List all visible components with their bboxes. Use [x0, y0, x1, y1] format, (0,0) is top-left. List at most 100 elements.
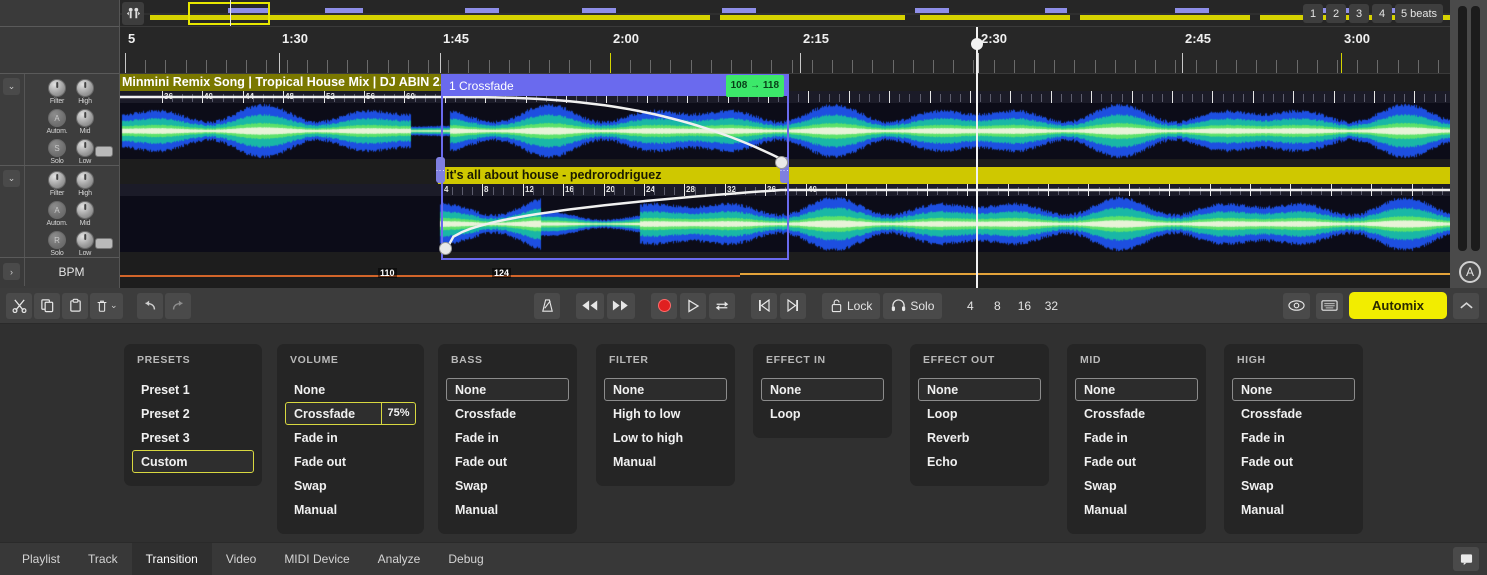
transition-region[interactable]: 1 Crossfade 108 → 118: [441, 74, 789, 260]
solo-knob-cell-1[interactable]: S Solo: [44, 139, 70, 166]
option-preset-2[interactable]: Preset 2: [132, 402, 254, 425]
option-none[interactable]: None: [604, 378, 727, 401]
expand-bpm-lane-icon[interactable]: ›: [3, 263, 20, 280]
fast-forward-button[interactable]: [607, 293, 635, 319]
delete-dropdown-chevron-icon[interactable]: ⌄: [110, 300, 118, 311]
low-knob-icon[interactable]: [76, 139, 94, 157]
beats-button-3[interactable]: 3: [1349, 4, 1369, 23]
option-none[interactable]: None: [1232, 378, 1355, 401]
quantize-16-button[interactable]: 16: [1012, 293, 1036, 319]
tab-analyze[interactable]: Analyze: [364, 543, 435, 575]
beats-button-2[interactable]: 2: [1326, 4, 1346, 23]
tab-midi-device[interactable]: MIDI Device: [270, 543, 363, 575]
filter-knob-cell-2[interactable]: Filter: [44, 171, 70, 198]
bpm-automation-lane[interactable]: 110124: [120, 260, 1450, 288]
loop-button[interactable]: [709, 293, 735, 319]
option-fade-in[interactable]: Fade in: [1075, 426, 1198, 449]
overview-drag-handle-icon[interactable]: [122, 2, 144, 25]
automation-point-start[interactable]: [775, 156, 788, 169]
tab-track[interactable]: Track: [74, 543, 132, 575]
next-track-button[interactable]: [780, 293, 806, 319]
option-reverb[interactable]: Reverb: [918, 426, 1041, 449]
solo-knob-cell-2[interactable]: R Solo: [44, 231, 70, 258]
beats-button-1[interactable]: 1: [1303, 4, 1323, 23]
option-none[interactable]: None: [446, 378, 569, 401]
overview-transition-marker[interactable]: [1175, 8, 1209, 13]
option-manual[interactable]: Manual: [446, 498, 569, 521]
option-fade-out[interactable]: Fade out: [285, 450, 416, 473]
option-manual[interactable]: Manual: [604, 450, 727, 473]
high-knob-icon[interactable]: [76, 171, 94, 189]
option-swap[interactable]: Swap: [446, 474, 569, 497]
track-1-led-indicator[interactable]: [95, 146, 113, 157]
option-echo[interactable]: Echo: [918, 450, 1041, 473]
redo-button[interactable]: [165, 293, 191, 319]
quantize-32-button[interactable]: 32: [1039, 293, 1063, 319]
beats-button-5[interactable]: 5 beats: [1395, 4, 1443, 23]
copy-button[interactable]: [34, 293, 60, 319]
timeline-canvas[interactable]: 51:301:452:002:152:302:453:00 Minmini Re…: [120, 0, 1450, 288]
overview-viewport-selection[interactable]: [188, 2, 270, 25]
option-fade-out[interactable]: Fade out: [1232, 450, 1355, 473]
overview-transition-marker[interactable]: [582, 8, 616, 13]
tab-debug[interactable]: Debug: [434, 543, 497, 575]
option-none[interactable]: None: [918, 378, 1041, 401]
quantize-4-button[interactable]: 4: [958, 293, 982, 319]
option-loop[interactable]: Loop: [761, 402, 884, 425]
option-manual[interactable]: Manual: [285, 498, 416, 521]
option-crossfade[interactable]: Crossfade75%: [285, 402, 416, 425]
option-none[interactable]: None: [761, 378, 884, 401]
filter-knob-cell-1[interactable]: Filter: [44, 79, 70, 106]
lock-button[interactable]: Lock: [822, 293, 880, 319]
overview-transition-marker[interactable]: [465, 8, 499, 13]
vertical-scrollbar-zoom[interactable]: [1471, 6, 1480, 251]
option-fade-out[interactable]: Fade out: [1075, 450, 1198, 473]
vertical-scrollbar-tracks[interactable]: [1458, 6, 1467, 251]
previous-track-button[interactable]: [751, 293, 777, 319]
overview-transition-marker[interactable]: [1045, 8, 1067, 13]
automation-knob-icon[interactable]: A: [48, 109, 66, 127]
quantize-8-button[interactable]: 8: [985, 293, 1009, 319]
delete-button[interactable]: ⌄: [90, 293, 123, 319]
option-fade-in[interactable]: Fade in: [1232, 426, 1355, 449]
option-high-to-low[interactable]: High to low: [604, 402, 727, 425]
high-knob-cell-1[interactable]: High: [72, 79, 98, 106]
option-low-to-high[interactable]: Low to high: [604, 426, 727, 449]
tab-video[interactable]: Video: [212, 543, 270, 575]
collapse-track-2-icon[interactable]: ⌄: [3, 170, 20, 187]
time-ruler[interactable]: 51:301:452:002:152:302:453:00: [120, 27, 1450, 74]
overview-playhead[interactable]: [230, 0, 231, 26]
option-crossfade[interactable]: Crossfade: [1232, 402, 1355, 425]
playhead-handle[interactable]: [971, 38, 983, 50]
option-swap[interactable]: Swap: [1232, 474, 1355, 497]
transition-left-handle[interactable]: ⋮: [436, 157, 445, 183]
automation-point-end[interactable]: [439, 242, 452, 255]
solo-knob-icon[interactable]: S: [48, 139, 66, 157]
tab-playlist[interactable]: Playlist: [8, 543, 74, 575]
option-custom[interactable]: Custom: [132, 450, 254, 473]
option-manual[interactable]: Manual: [1232, 498, 1355, 521]
automix-button[interactable]: Automix: [1349, 292, 1447, 319]
option-swap[interactable]: Swap: [1075, 474, 1198, 497]
overview-transition-marker[interactable]: [915, 8, 949, 13]
option-fade-in[interactable]: Fade in: [446, 426, 569, 449]
messages-button[interactable]: [1453, 547, 1479, 571]
solo-button[interactable]: Solo: [883, 293, 942, 319]
tab-transition[interactable]: Transition: [132, 543, 212, 575]
automation-knob-cell-1[interactable]: A Autom.: [44, 109, 70, 136]
cut-button[interactable]: [6, 293, 32, 319]
transition-header[interactable]: 1 Crossfade 108 → 118: [443, 76, 787, 96]
option-crossfade[interactable]: Crossfade: [446, 402, 569, 425]
automation-knob-cell-2[interactable]: A Autom.: [44, 201, 70, 228]
timeline-overview-strip[interactable]: [120, 0, 1450, 27]
mid-knob-icon[interactable]: [76, 109, 94, 127]
option-value[interactable]: 75%: [381, 402, 415, 425]
beats-button-4[interactable]: 4: [1372, 4, 1392, 23]
option-fade-out[interactable]: Fade out: [446, 450, 569, 473]
high-knob-cell-2[interactable]: High: [72, 171, 98, 198]
mid-knob-cell-2[interactable]: Mid: [72, 201, 98, 228]
option-preset-1[interactable]: Preset 1: [132, 378, 254, 401]
low-knob-icon[interactable]: [76, 231, 94, 249]
bpm-curve-track-2[interactable]: [740, 273, 1450, 275]
record-button[interactable]: [651, 293, 677, 319]
